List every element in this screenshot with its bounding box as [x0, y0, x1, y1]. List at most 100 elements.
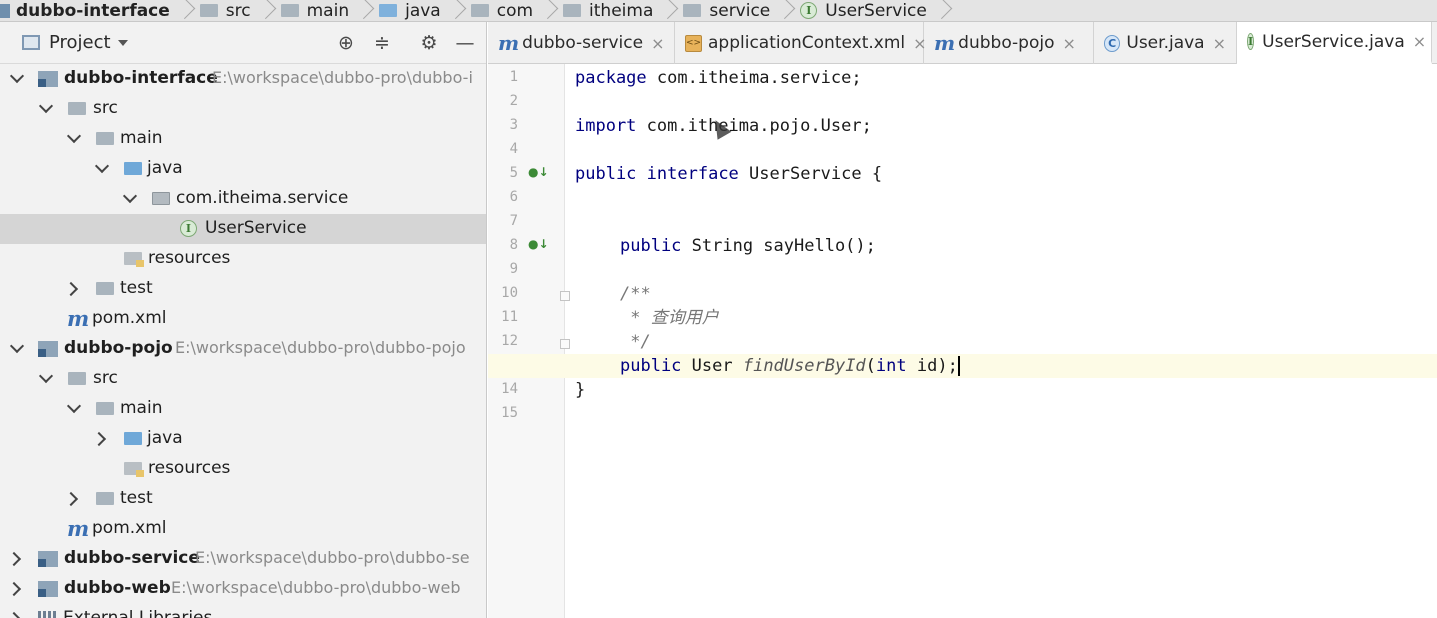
tree-node-java[interactable]: java — [0, 154, 486, 184]
expand-arrow-icon[interactable] — [9, 338, 25, 354]
tree-node-userservice[interactable]: I UserService — [0, 214, 486, 244]
collapse-arrow-icon[interactable] — [63, 491, 79, 507]
tree-node-dubbo-interface[interactable]: dubbo-interface E:\workspace\dubbo-pro\d… — [0, 64, 486, 94]
tree-node-test[interactable]: test — [0, 274, 486, 304]
project-view-selector[interactable]: Project — [49, 32, 111, 53]
code-area[interactable]: package com.itheima.service; import com.… — [488, 64, 1437, 618]
tab-applicationcontext-xml[interactable]: <> applicationContext.xml × — [675, 22, 927, 64]
line-number: 5 — [509, 165, 518, 181]
collapse-all-icon[interactable]: ≑ — [371, 32, 393, 54]
tree-node-dubbo-web[interactable]: dubbo-web E:\workspace\dubbo-pro\dubbo-w… — [0, 574, 486, 604]
maven-icon: m — [67, 516, 90, 541]
code-line-1: package com.itheima.service; — [566, 66, 1437, 90]
tree-node-pom[interactable]: m pom.xml — [0, 514, 486, 544]
tree-path: E:\workspace\dubbo-pro\dubbo-i — [212, 68, 473, 87]
chevron-down-icon[interactable] — [118, 40, 128, 46]
code-line-12: */ — [566, 330, 1437, 354]
tree-label: java — [147, 158, 183, 178]
expand-arrow-icon[interactable] — [38, 368, 54, 384]
gear-icon[interactable]: ⚙ — [418, 32, 440, 54]
comment: * 查询用户 — [620, 308, 719, 328]
tree-node-package[interactable]: com.itheima.service — [0, 184, 486, 214]
tree-node-src[interactable]: src — [0, 94, 486, 124]
code-line-8: public String sayHello(); — [566, 234, 1437, 258]
chevron-right-icon — [663, 0, 675, 21]
breadcrumb-item-main[interactable]: main — [277, 0, 375, 21]
tree-label: test — [120, 278, 153, 298]
interface-icon: I — [180, 220, 197, 237]
line-number: 7 — [509, 213, 518, 229]
tree-node-resources[interactable]: resources — [0, 454, 486, 484]
tab-userservice-java[interactable]: I UserService.java × — [1237, 22, 1432, 64]
tree-label: main — [120, 398, 163, 418]
tree-label: test — [120, 488, 153, 508]
tree-node-test[interactable]: test — [0, 484, 486, 514]
tree-node-pom[interactable]: m pom.xml — [0, 304, 486, 334]
collapse-arrow-icon[interactable] — [6, 581, 22, 597]
breadcrumb-item-service[interactable]: service — [679, 0, 796, 21]
tab-dubbo-service[interactable]: m dubbo-service × — [488, 22, 675, 64]
tab-user-java[interactable]: C User.java × — [1094, 22, 1237, 64]
tree-node-src[interactable]: src — [0, 364, 486, 394]
implemented-marker-icon[interactable]: ●↓ — [528, 237, 549, 251]
tab-label: applicationContext.xml — [708, 33, 906, 53]
comment: */ — [620, 332, 651, 352]
tree-node-resources[interactable]: resources — [0, 244, 486, 274]
code-text: id); — [906, 356, 958, 376]
line-number: 4 — [509, 141, 518, 157]
collapse-arrow-icon[interactable] — [6, 551, 22, 567]
breadcrumb-item-com[interactable]: com — [467, 0, 559, 21]
editor-gutter[interactable]: 1 2 3 4 5 6 7 8 9 10 11 12 13 14 15 ●↓ ●… — [488, 64, 570, 618]
comment: /** — [620, 284, 651, 304]
tab-label: dubbo-service — [522, 33, 644, 53]
tree-node-main[interactable]: main — [0, 394, 486, 424]
collapse-arrow-icon[interactable] — [91, 431, 107, 447]
folder-icon — [96, 132, 114, 145]
keyword: int — [875, 356, 907, 376]
tab-dubbo-pojo[interactable]: m dubbo-pojo × — [924, 22, 1094, 64]
code-text: User — [681, 356, 743, 376]
code-line-5: public interface UserService { — [566, 162, 1437, 186]
tree-node-dubbo-service[interactable]: dubbo-service E:\workspace\dubbo-pro\dub… — [0, 544, 486, 574]
locate-file-icon[interactable]: ⊕ — [335, 32, 357, 54]
breadcrumb-item-java[interactable]: java — [375, 0, 467, 21]
tree-label: com.itheima.service — [176, 188, 349, 208]
package-icon — [470, 4, 489, 17]
collapse-arrow-icon[interactable] — [6, 611, 22, 618]
tree-node-main[interactable]: main — [0, 124, 486, 154]
close-icon[interactable]: × — [1213, 34, 1226, 53]
expand-arrow-icon[interactable] — [66, 398, 82, 414]
expand-arrow-icon[interactable] — [66, 128, 82, 144]
expand-arrow-icon[interactable] — [94, 158, 110, 174]
tree-node-java[interactable]: java — [0, 424, 486, 454]
tree-node-external-libraries[interactable]: External Libraries — [0, 604, 486, 618]
tree-label: java — [147, 428, 183, 448]
breadcrumb-item-itheima[interactable]: itheima — [559, 0, 679, 21]
breadcrumb-item-dubbo-interface[interactable]: dubbo-interface — [0, 0, 196, 21]
tree-label: src — [93, 98, 118, 118]
implemented-marker-icon[interactable]: ●↓ — [528, 165, 549, 179]
close-icon[interactable]: × — [1063, 34, 1076, 53]
keyword: public — [575, 164, 637, 184]
breadcrumb-label: src — [225, 0, 251, 21]
keyword: import — [575, 116, 637, 136]
collapse-arrow-icon[interactable] — [63, 281, 79, 297]
breadcrumb-label: dubbo-interface — [16, 0, 170, 21]
code-line-13: public User findUserById(int id); — [488, 354, 1437, 378]
breadcrumb-item-src[interactable]: src — [196, 0, 277, 21]
expand-arrow-icon[interactable] — [122, 188, 138, 204]
close-icon[interactable]: × — [651, 34, 664, 53]
close-icon[interactable]: × — [1413, 32, 1426, 51]
xml-icon: <> — [685, 34, 702, 52]
hide-panel-icon[interactable]: — — [454, 32, 476, 54]
module-icon — [38, 71, 58, 87]
project-view-icon — [22, 35, 40, 50]
project-panel: Project ⊕ ≑ ⚙ — dubbo-interface E:\works… — [0, 22, 487, 618]
tab-label: dubbo-pojo — [958, 33, 1055, 53]
expand-arrow-icon[interactable] — [38, 98, 54, 114]
chevron-right-icon — [359, 0, 371, 21]
expand-arrow-icon[interactable] — [9, 68, 25, 84]
line-number: 8 — [509, 237, 518, 253]
tree-node-dubbo-pojo[interactable]: dubbo-pojo E:\workspace\dubbo-pro\dubbo-… — [0, 334, 486, 364]
breadcrumb-item-userservice[interactable]: I UserService — [796, 0, 953, 21]
